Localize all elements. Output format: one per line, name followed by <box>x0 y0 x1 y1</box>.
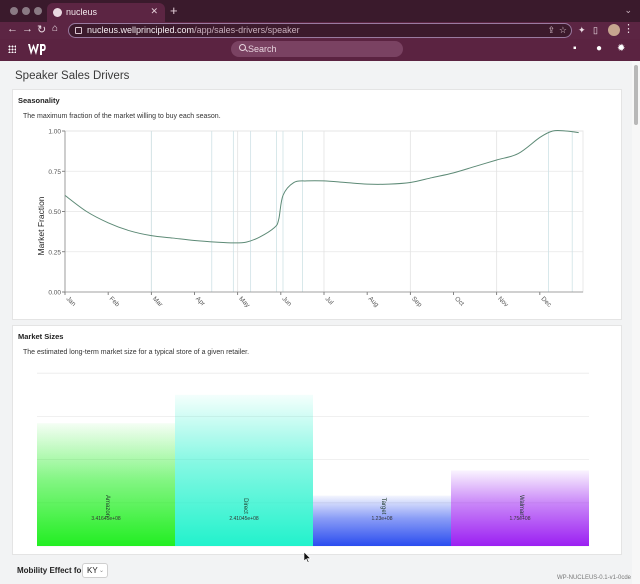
globe-icon <box>53 8 62 17</box>
x-tick-label: Aug <box>367 295 380 308</box>
extensions-icon[interactable]: ✦ <box>578 25 586 36</box>
x-tick-label: Apr <box>194 295 207 308</box>
bar-category-label: Amazon <box>104 495 110 517</box>
market-sizes-card: Market Sizes The estimated long-term mar… <box>12 325 622 555</box>
market-size-bar[interactable] <box>175 394 313 546</box>
star-icon[interactable]: ☆ <box>559 25 567 36</box>
x-tick-label: May <box>237 295 251 309</box>
version-label: WP-NUCLEUS-0.1-v1-0cde <box>556 575 631 581</box>
mouse-cursor-icon <box>304 552 312 563</box>
bell-icon[interactable]: ● <box>596 43 602 54</box>
seasonality-axes: 0.00 0.25 0.50 0.75 1.00 Jan Feb Mar Apr May Jun Ju… <box>48 129 583 310</box>
browser-menu-icon[interactable]: ⋮ <box>623 22 634 35</box>
seasonality-y-axis-label: Market Fraction <box>36 196 46 255</box>
bar-value-label: 1.75e+08 <box>510 516 531 522</box>
y-tick-label: 0.25 <box>48 249 61 256</box>
y-tick-label: 0.00 <box>48 290 61 297</box>
x-tick-label: Jul <box>324 295 335 306</box>
url-text: nucleus.wellprincipled.com/app/sales-dri… <box>87 25 300 35</box>
address-bar[interactable]: nucleus.wellprincipled.com/app/sales-dri… <box>68 23 572 38</box>
y-tick-label: 0.50 <box>48 209 61 216</box>
page-scrollbar[interactable] <box>632 61 640 584</box>
close-icon[interactable]: ✕ <box>150 6 158 17</box>
seasonality-chart: 0.00 0.25 0.50 0.75 1.00 Jan Feb Mar Apr May Jun Ju… <box>36 129 584 310</box>
home-icon[interactable]: ⌂ <box>52 23 58 34</box>
bar-value-label: 3.41645e+08 <box>91 516 121 522</box>
chevron-down-icon: ⌄ <box>98 568 104 574</box>
app-grid-icon[interactable] <box>8 45 16 53</box>
x-tick-label: Mar <box>151 295 164 308</box>
page-title: Speaker Sales Drivers <box>15 70 130 82</box>
tab-title: nucleus <box>66 7 98 17</box>
x-tick-label: Oct <box>453 295 465 307</box>
window-minimize-button[interactable] <box>22 7 30 15</box>
x-tick-label: Jun <box>280 295 293 308</box>
forward-button[interactable]: → <box>22 23 33 35</box>
search-input[interactable]: Search <box>231 41 403 57</box>
feedback-icon[interactable]: ▪ <box>573 43 577 54</box>
x-tick-label: Dec <box>539 295 553 309</box>
chevron-down-icon[interactable]: ⌄ <box>624 5 632 16</box>
bar-category-label: Direct <box>242 498 248 514</box>
market-size-bar[interactable] <box>37 423 175 546</box>
market-sizes-chart: Amazon3.41645e+08 Direct 2.41045e+08 Target… <box>37 372 589 547</box>
window-close-button[interactable] <box>10 7 18 15</box>
x-tick-label: Jan <box>65 295 78 308</box>
bar-value-label: 2.41045e+08 <box>229 516 259 522</box>
bar-category-label: Walmart <box>518 495 524 517</box>
bar-category-label: Target <box>380 498 386 515</box>
sidebar-icon[interactable]: ▯ <box>593 25 598 36</box>
seasonality-grid <box>64 130 584 293</box>
market-sizes-bars: Amazon3.41645e+08 Direct 2.41045e+08 Target… <box>37 394 589 546</box>
browser-tab[interactable]: nucleus ✕ <box>47 3 165 22</box>
back-button[interactable]: ← <box>7 23 18 35</box>
x-tick-label: Sep <box>410 295 423 308</box>
share-icon[interactable]: ⇪ <box>547 25 555 36</box>
browser-tab-bar: nucleus ✕ + ⌄ <box>0 0 640 22</box>
reload-button[interactable]: ↻ <box>37 23 46 36</box>
url-path: /app/sales-drivers/speaker <box>194 25 300 35</box>
search-placeholder: Search <box>248 44 277 54</box>
y-tick-label: 1.00 <box>48 129 61 136</box>
seasonality-card: Seasonality The maximum fraction of the … <box>12 89 622 320</box>
search-icon <box>239 44 246 51</box>
x-tick-label: Feb <box>108 295 121 308</box>
wp-logo[interactable] <box>28 44 46 55</box>
browser-toolbar: ← → ↻ ⌂ nucleus.wellprincipled.com/app/s… <box>0 22 640 39</box>
y-tick-label: 0.75 <box>48 169 61 176</box>
state-select[interactable]: KY ⌄ <box>82 563 108 578</box>
mobility-label: Mobility Effect for <box>17 566 85 575</box>
new-tab-button[interactable]: + <box>170 3 178 18</box>
x-tick-label: Nov <box>496 295 510 309</box>
profile-avatar[interactable] <box>608 24 620 36</box>
window-zoom-button[interactable] <box>34 7 42 15</box>
app-header: Search ▪ ● ✹ <box>0 39 640 61</box>
bar-value-label: 1.23e+08 <box>372 516 393 522</box>
scrollbar-thumb[interactable] <box>634 65 638 125</box>
seasonality-series-line <box>64 129 579 244</box>
url-host: nucleus.wellprincipled.com <box>87 25 195 35</box>
state-select-value: KY <box>87 566 98 575</box>
lock-icon <box>75 27 82 34</box>
gear-icon[interactable]: ✹ <box>617 43 625 54</box>
